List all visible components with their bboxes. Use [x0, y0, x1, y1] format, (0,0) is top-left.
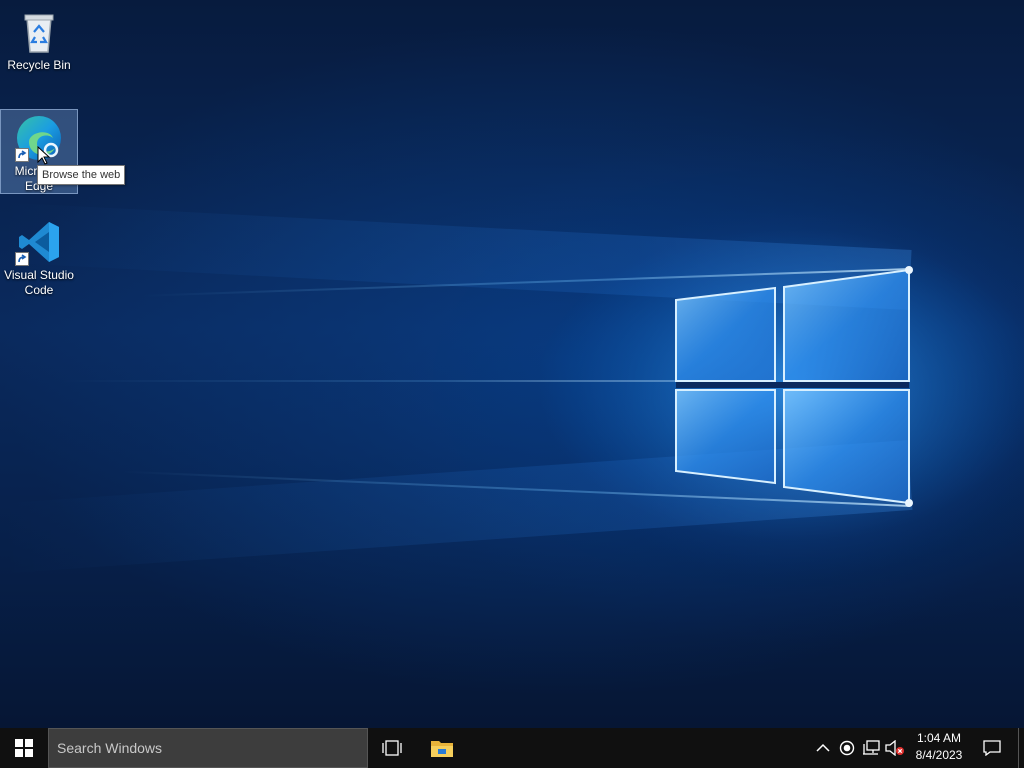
clock-time: 1:04 AM	[916, 731, 962, 745]
search-input[interactable]	[49, 729, 357, 767]
volume-muted-icon	[885, 740, 904, 756]
mouse-cursor-icon	[37, 146, 51, 165]
desktop-wallpaper[interactable]: Recycle Bin Microsoft Edge	[0, 0, 1024, 728]
taskbar-file-explorer[interactable]	[418, 728, 466, 768]
action-center-icon	[983, 740, 1001, 756]
tray-record-button[interactable]	[837, 738, 857, 758]
tray-network-button[interactable]	[861, 738, 881, 758]
taskbar: 1:04 AM 8/4/2023	[0, 728, 1024, 768]
chevron-up-icon	[816, 743, 830, 752]
desktop-icon-label: Recycle Bin	[7, 58, 71, 72]
desktop-icon-label: Visual Studio Code	[4, 268, 74, 297]
network-icon	[863, 740, 880, 755]
search-box[interactable]	[48, 728, 368, 768]
task-view-button[interactable]	[368, 728, 416, 768]
shortcut-arrow-icon	[15, 252, 29, 266]
tray-volume-button[interactable]	[885, 738, 905, 758]
clock-date: 8/4/2023	[915, 748, 963, 762]
recycle-bin-icon	[15, 8, 63, 56]
windows-logo-wallpaper	[540, 200, 1024, 580]
folder-icon	[431, 741, 453, 757]
action-center-button[interactable]	[972, 728, 1012, 768]
show-desktop-button[interactable]	[1018, 728, 1024, 768]
vscode-icon	[15, 218, 63, 266]
shortcut-arrow-icon	[15, 148, 29, 162]
task-view-icon	[382, 740, 402, 756]
tooltip: Browse the web	[37, 165, 126, 185]
record-icon	[839, 740, 855, 756]
show-hidden-icons-button[interactable]	[813, 738, 833, 758]
desktop-icon-vscode[interactable]: Visual Studio Code	[1, 214, 77, 298]
desktop-icon-recycle-bin[interactable]: Recycle Bin	[1, 4, 77, 73]
tray-clock[interactable]: 1:04 AM 8/4/2023	[908, 730, 970, 766]
windows-logo-icon	[15, 739, 33, 757]
start-button[interactable]	[0, 728, 48, 768]
